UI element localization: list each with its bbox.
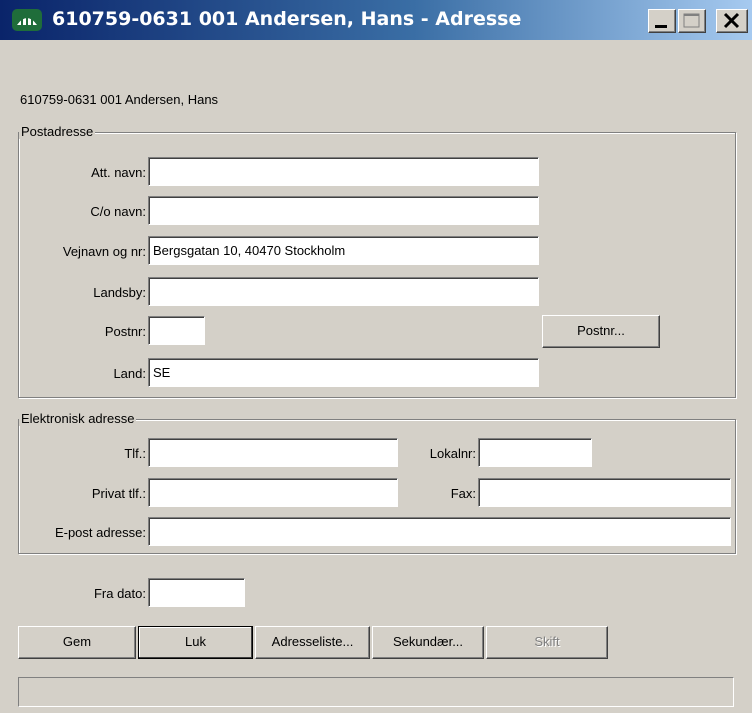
postnr-lookup-button-label: Postnr...	[577, 323, 625, 338]
landsby-field[interactable]	[148, 277, 539, 306]
close-button[interactable]	[716, 9, 748, 33]
land-label: Land:	[113, 366, 146, 381]
vejnavn-label: Vejnavn og nr:	[62, 244, 146, 259]
att-navn-label: Att. navn:	[91, 165, 146, 180]
gem-button-label: Gem	[62, 634, 92, 649]
postadresse-group-title: Postadresse	[19, 124, 96, 139]
co-navn-field[interactable]	[148, 196, 539, 225]
sekundaer-button-label: Sekundær...	[392, 634, 464, 649]
tlf-field[interactable]	[148, 438, 398, 467]
title-bar: 610759-0631 001 Andersen, Hans - Adresse	[0, 0, 752, 40]
skift-button[interactable]: Skift	[486, 626, 608, 659]
att-navn-field[interactable]	[148, 157, 539, 186]
adresseliste-button-label: Adresseliste...	[271, 634, 354, 649]
adresseliste-button[interactable]: Adresseliste...	[255, 626, 370, 659]
postnr-field[interactable]	[148, 316, 205, 345]
vejnavn-field[interactable]	[148, 236, 539, 265]
fra-dato-label: Fra dato:	[93, 586, 146, 601]
postnr-lookup-button[interactable]: Postnr...	[542, 315, 660, 348]
maximize-button[interactable]	[678, 9, 706, 33]
minimize-button[interactable]	[648, 9, 676, 33]
maximize-icon	[683, 13, 700, 28]
close-icon	[723, 12, 740, 29]
lokalnr-label: Lokalnr:	[429, 446, 476, 461]
epost-field[interactable]	[148, 517, 731, 546]
person-header: 610759-0631 001 Andersen, Hans	[20, 92, 219, 107]
status-bar	[18, 677, 734, 707]
gem-button[interactable]: Gem	[18, 626, 136, 659]
lokalnr-field[interactable]	[478, 438, 592, 467]
postnr-label: Postnr:	[104, 324, 146, 339]
fax-field[interactable]	[478, 478, 731, 507]
landsby-label: Landsby:	[93, 285, 146, 300]
elektronisk-group-title: Elektronisk adresse	[19, 411, 137, 426]
luk-button[interactable]: Luk	[138, 626, 253, 659]
co-navn-label: C/o navn:	[90, 204, 146, 219]
privat-tlf-label: Privat tlf.:	[91, 486, 146, 501]
epost-label: E-post adresse:	[54, 525, 146, 540]
land-field[interactable]	[148, 358, 539, 387]
skift-button-label: Skift	[534, 634, 560, 649]
sekundaer-button[interactable]: Sekundær...	[372, 626, 484, 659]
luk-button-label: Luk	[185, 634, 206, 649]
tlf-label: Tlf.:	[124, 446, 146, 461]
fra-dato-field[interactable]	[148, 578, 245, 607]
window-title: 610759-0631 001 Andersen, Hans - Adresse	[52, 8, 522, 30]
app-icon	[12, 9, 42, 31]
fax-label: Fax:	[450, 486, 476, 501]
privat-tlf-field[interactable]	[148, 478, 398, 507]
minimize-icon	[655, 25, 667, 28]
